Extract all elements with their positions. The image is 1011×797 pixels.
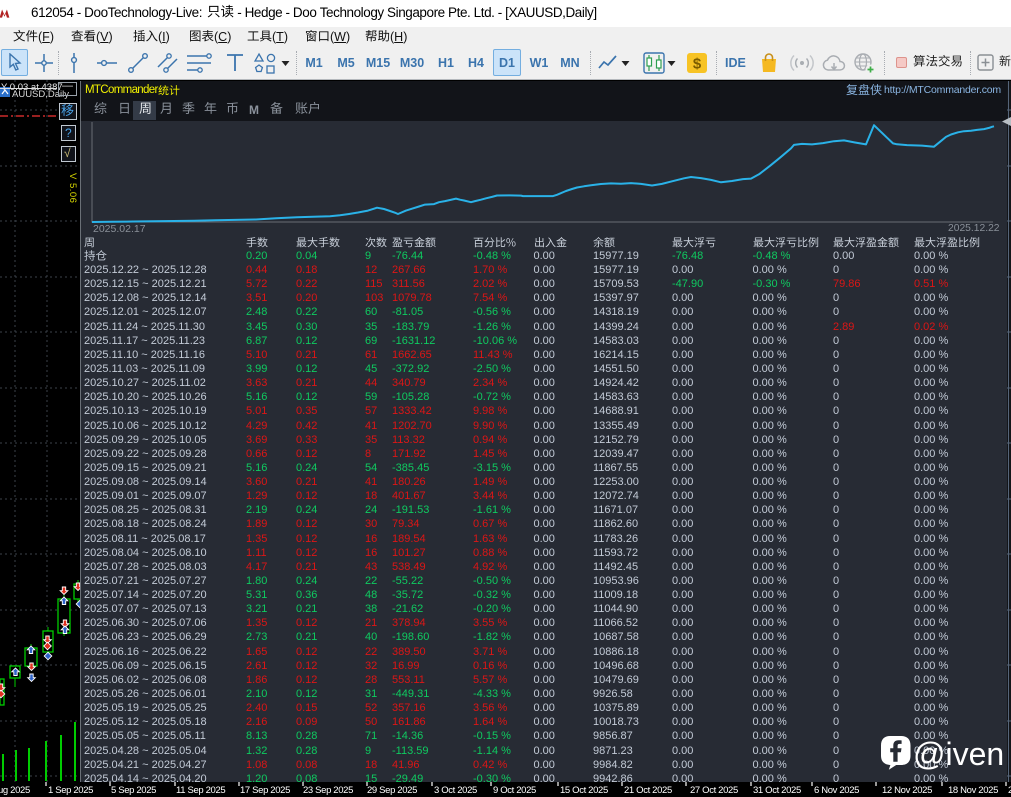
svg-text:$: $ <box>693 56 702 73</box>
